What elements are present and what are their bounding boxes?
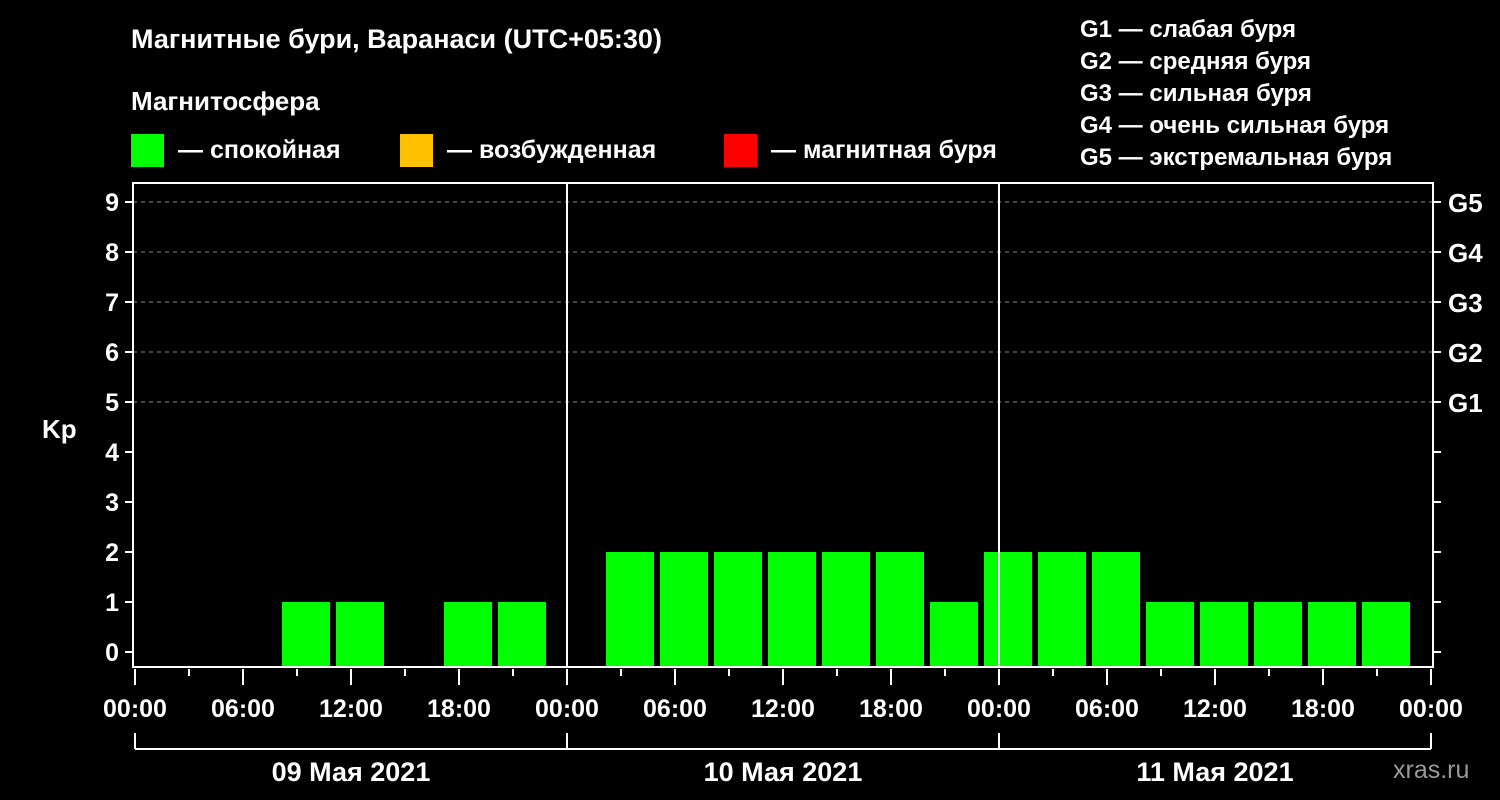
x-tick-label: 18:00 xyxy=(427,695,491,723)
kp-bar xyxy=(822,552,870,667)
kp-bar xyxy=(714,552,762,667)
kp-bar xyxy=(1092,552,1140,667)
y-tick-label: 7 xyxy=(105,289,119,317)
x-tick-label: 18:00 xyxy=(859,695,923,723)
kp-bar xyxy=(444,602,492,667)
kp-chart: 0 1 2 3 4 5 6 7 8 9 G1 G2 G3 G4 G5 Kp 00:00 06:00 12:00 18:… xyxy=(42,182,1483,787)
x-tick-label: 18:00 xyxy=(1291,695,1355,723)
x-tick-label: 12:00 xyxy=(1183,695,1247,723)
kp-bar xyxy=(768,552,816,667)
y-tick-label: 9 xyxy=(105,189,119,217)
kp-bar xyxy=(984,552,1032,667)
kp-bar xyxy=(1146,602,1194,667)
y-tick-label: 6 xyxy=(105,339,119,367)
y-axis-label: Kp xyxy=(42,414,77,444)
y-tick-label: 0 xyxy=(105,639,119,667)
day-label: 10 Мая 2021 xyxy=(704,757,863,787)
x-tick-label: 06:00 xyxy=(1075,695,1139,723)
g-level-label: G3 xyxy=(1448,288,1483,318)
x-tick-label: 06:00 xyxy=(211,695,275,723)
x-tick-label: 12:00 xyxy=(751,695,815,723)
kp-bar xyxy=(930,602,978,667)
kp-bar xyxy=(660,552,708,667)
g-level-label: G5 xyxy=(1448,188,1483,218)
g-level-label: G4 xyxy=(1448,238,1483,268)
kp-bar xyxy=(1038,552,1086,667)
y-tick-label: 8 xyxy=(105,239,119,267)
kp-bar xyxy=(1362,602,1410,667)
kp-bar xyxy=(1254,602,1302,667)
y-tick-label: 3 xyxy=(105,489,119,517)
x-tick-label: 12:00 xyxy=(319,695,383,723)
y-tick-label: 5 xyxy=(105,389,119,417)
x-tick-label: 00:00 xyxy=(1399,695,1463,723)
y-tick-label: 2 xyxy=(105,539,119,567)
x-tick-label: 06:00 xyxy=(643,695,707,723)
day-label: 09 Мая 2021 xyxy=(272,757,431,787)
kp-bar xyxy=(282,602,330,667)
y-tick-label: 4 xyxy=(105,439,119,467)
x-tick-label: 00:00 xyxy=(535,695,599,723)
watermark: xras.ru xyxy=(1393,756,1470,784)
y-tick-label: 1 xyxy=(105,589,119,617)
x-tick-label: 00:00 xyxy=(967,695,1031,723)
g-level-label: G1 xyxy=(1448,388,1483,418)
g-level-label: G2 xyxy=(1448,338,1483,368)
kp-bar xyxy=(876,552,924,667)
kp-bar xyxy=(606,552,654,667)
day-label: 11 Мая 2021 xyxy=(1136,757,1293,787)
x-tick-label: 00:00 xyxy=(103,695,167,723)
kp-bar xyxy=(1200,602,1248,667)
kp-bar xyxy=(1308,602,1356,667)
kp-bar xyxy=(498,602,546,667)
kp-bar xyxy=(336,602,384,667)
